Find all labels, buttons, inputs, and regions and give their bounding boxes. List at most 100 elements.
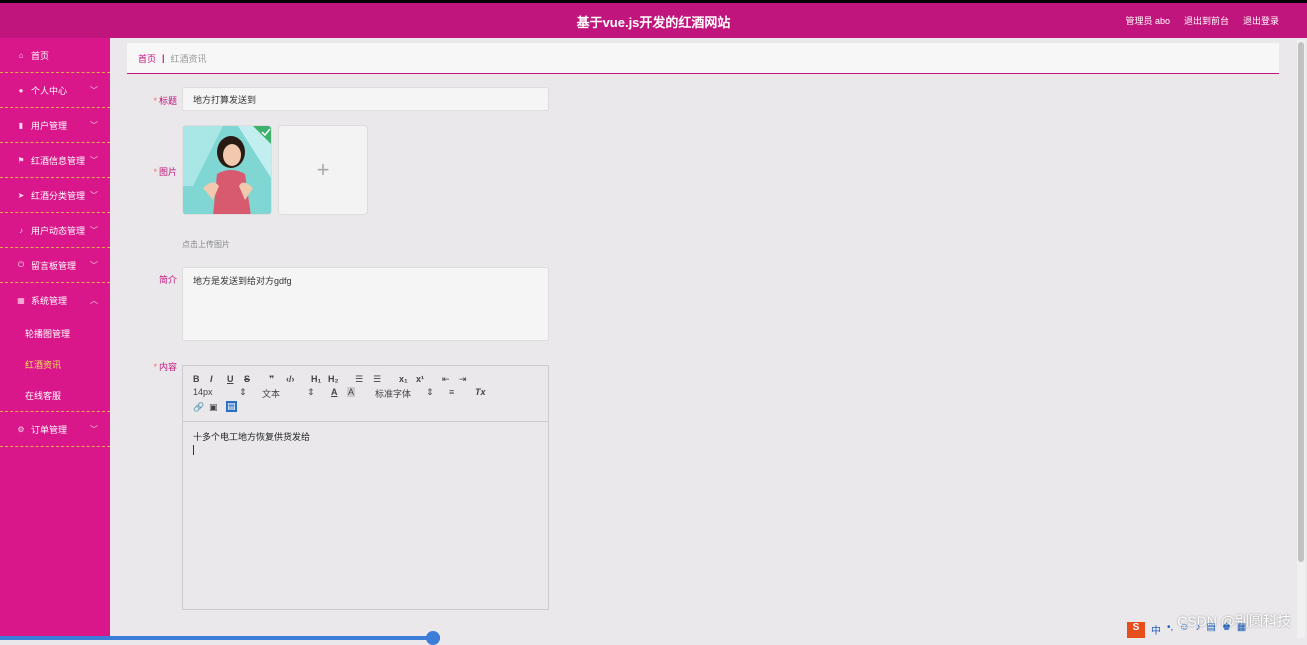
ordered-list-icon[interactable]: ☰: [355, 374, 363, 385]
main-content: 首页 | 红酒资讯 * 标题 地方打算发送到 * 图片 + 点击上传图片 简介 地方…: [127, 43, 1279, 640]
header-chevron-icon: ⇕: [307, 387, 315, 397]
admin-label: 管理员 abo: [1125, 16, 1170, 26]
subscript-icon[interactable]: x₁: [399, 374, 408, 384]
grid-icon: ▦: [17, 296, 25, 305]
bullet-list-icon[interactable]: ☰: [373, 374, 381, 385]
uploaded-image[interactable]: [182, 125, 272, 215]
ime-emoji-icon: ☺: [1179, 622, 1190, 633]
strike-icon[interactable]: S: [244, 374, 250, 384]
sidebar-item-orders[interactable]: ⚙ 订单管理 ﹀: [0, 412, 110, 447]
progress-bar: [0, 636, 440, 640]
ime-toolbar: S 中 •, ☺ ♪ ▤ ♚ ▦: [1127, 622, 1246, 638]
image-icon[interactable]: ▣: [209, 402, 218, 413]
editor-content-line: 十多个电工地方恢复供货发给: [193, 432, 311, 442]
sogou-icon: S: [1127, 622, 1145, 638]
align-icon[interactable]: ≡: [449, 387, 454, 397]
chevron-down-icon: ﹀: [90, 425, 98, 434]
h1-icon[interactable]: H₁: [311, 374, 321, 384]
underline-icon[interactable]: U: [227, 374, 234, 384]
image-label: * 图片: [153, 167, 177, 177]
ime-tools-icon: ▦: [1236, 622, 1247, 633]
ime-keyboard-icon: ▤: [1206, 622, 1216, 633]
editor-body[interactable]: 十多个电工地方恢复供货发给: [183, 422, 548, 463]
title-input[interactable]: 地方打算发送到: [182, 87, 549, 111]
chevron-down-icon: ﹀: [90, 226, 98, 235]
font-family-select[interactable]: 标准字体: [375, 387, 411, 400]
title-label: * 标题: [153, 96, 177, 106]
intro-textarea[interactable]: 地方是发送到给对方gdfg: [182, 267, 549, 341]
sidebar-item-system[interactable]: ▦ 系统管理 ︿: [0, 283, 110, 318]
breadcrumb-separator: |: [162, 53, 165, 63]
user-icon: ●: [18, 85, 24, 95]
breadcrumb-home[interactable]: 首页: [138, 52, 156, 65]
sidebar-item-home[interactable]: ⌂ 首页: [0, 38, 110, 73]
progress-handle[interactable]: [426, 631, 440, 645]
page-scrollbar-thumb[interactable]: [1298, 42, 1304, 562]
bold-icon[interactable]: B: [193, 374, 200, 384]
h2-icon[interactable]: H₂: [328, 374, 339, 384]
sidebar-item-label: 个人中心: [31, 85, 68, 96]
content-label: * 内容: [153, 362, 177, 372]
ime-punct-icon: •,: [1167, 622, 1174, 633]
photo-thumbnail-icon: [183, 126, 271, 214]
sidebar-item-user-activity[interactable]: ♪ 用户动态管理 ﹀: [0, 213, 110, 248]
blockquote-icon[interactable]: ❞: [269, 374, 274, 385]
intro-label: 简介: [158, 275, 177, 285]
sidebar-item-label: 留言板管理: [31, 260, 77, 271]
sidebar-item-label: 用户动态管理: [31, 225, 86, 236]
editor-cursor: [193, 445, 194, 455]
logout-link[interactable]: 退出登录: [1243, 14, 1279, 27]
sidebar-item-label: 用户管理: [31, 120, 68, 131]
sidebar-item-label: 首页: [31, 50, 50, 61]
header-select[interactable]: 文本: [262, 387, 280, 400]
sidebar-item-label: 红酒信息管理: [31, 155, 86, 166]
sidebar-item-label: 红酒分类管理: [31, 190, 86, 201]
sidebar-subitem-wine-news[interactable]: 红酒资讯: [0, 349, 110, 380]
chevron-up-icon: ︿: [90, 296, 98, 305]
chevron-down-icon: ﹀: [90, 86, 98, 95]
clipboard-icon: ▮: [18, 120, 24, 130]
sidebar-item-label: 订单管理: [31, 424, 68, 435]
back-front-link[interactable]: 退出到前台: [1184, 14, 1229, 27]
video-icon[interactable]: ▤: [226, 401, 237, 412]
clear-format-icon[interactable]: Tx: [475, 387, 486, 397]
chevron-down-icon: ﹀: [90, 121, 98, 130]
chevron-down-icon: ﹀: [90, 156, 98, 165]
sidebar-item-wine-category[interactable]: ➤ 红酒分类管理 ﹀: [0, 178, 110, 213]
sidebar-item-messages[interactable]: ⏻ 留言板管理 ﹀: [0, 248, 110, 283]
link-icon[interactable]: 🔗: [193, 402, 204, 413]
outdent-icon[interactable]: ⇤: [442, 374, 450, 385]
sidebar: ⌂ 首页 ● 个人中心 ﹀ ▮ 用户管理 ﹀ ⚑ 红酒信息管理 ﹀ ➤ 红酒分类管理 ﹀ ♪ 用户动…: [0, 38, 110, 640]
site-title: 基于vue.js开发的红酒网站: [576, 15, 731, 30]
code-icon[interactable]: ‹/›: [286, 374, 295, 384]
sidebar-item-label: 系统管理: [31, 296, 68, 306]
sidebar-subitem-carousel[interactable]: 轮播图管理: [0, 318, 110, 349]
rich-text-editor: B I U S ❞ ‹/› H₁ H₂ ☰ ☰ x₁ x¹ ⇤ ⇥ 14px ⇕…: [182, 365, 549, 610]
ime-skin-icon: ♚: [1221, 622, 1231, 633]
power-icon: ⏻: [17, 260, 25, 269]
background-color-icon[interactable]: A: [347, 387, 356, 397]
header-actions: 管理员 abo 退出到前台 退出登录: [1125, 14, 1279, 27]
ime-mic-icon: ♪: [1195, 622, 1201, 633]
send-icon: ➤: [17, 190, 25, 200]
indent-icon[interactable]: ⇥: [459, 374, 467, 385]
font-size-chevron-icon: ⇕: [239, 387, 247, 397]
upload-tip: 点击上传图片: [182, 240, 230, 249]
sidebar-item-wine-info[interactable]: ⚑ 红酒信息管理 ﹀: [0, 143, 110, 178]
superscript-icon[interactable]: x¹: [416, 374, 424, 384]
sidebar-item-profile[interactable]: ● 个人中心 ﹀: [0, 73, 110, 108]
font-color-icon[interactable]: A: [331, 387, 338, 397]
upload-add-button[interactable]: +: [278, 125, 368, 215]
font-size-select[interactable]: 14px: [193, 387, 213, 397]
breadcrumb-current: 红酒资讯: [170, 53, 207, 64]
editor-toolbar: B I U S ❞ ‹/› H₁ H₂ ☰ ☰ x₁ x¹ ⇤ ⇥ 14px ⇕…: [183, 366, 548, 422]
italic-icon[interactable]: I: [210, 374, 213, 384]
ime-mode[interactable]: 中: [1151, 622, 1161, 638]
sidebar-item-users[interactable]: ▮ 用户管理 ﹀: [0, 108, 110, 143]
gear-icon: ⚙: [17, 424, 25, 434]
chevron-down-icon: ﹀: [90, 261, 98, 270]
chevron-down-icon: ﹀: [90, 191, 98, 200]
sidebar-subitem-online-service[interactable]: 在线客服: [0, 380, 110, 411]
home-icon: ⌂: [18, 50, 24, 60]
flag-icon: ⚑: [17, 155, 25, 165]
